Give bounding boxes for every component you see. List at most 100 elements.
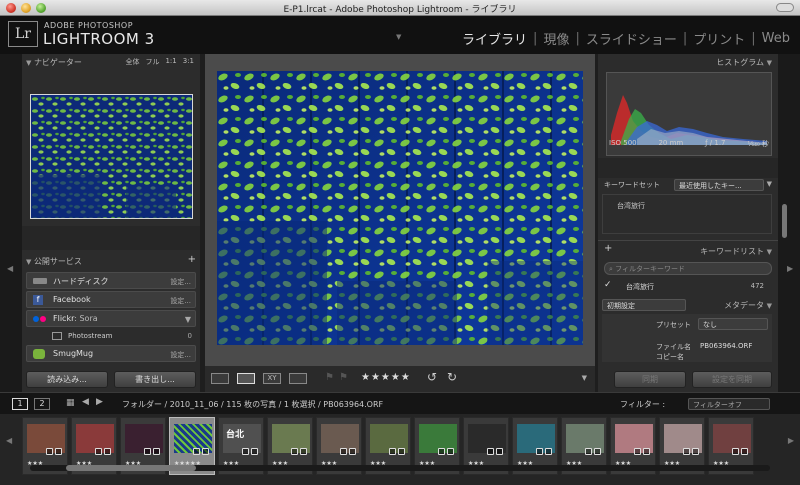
triangle-left-icon[interactable]: ◀ <box>7 264 13 273</box>
toolbar-menu-icon[interactable]: ▼ <box>582 374 587 382</box>
service-smugmug[interactable]: SmugMug 設定... <box>26 345 196 362</box>
flickr-collapse-icon[interactable]: ▼ <box>185 315 191 324</box>
publish-services-header[interactable]: ▼ 公開サービス <box>26 256 82 268</box>
loupe-view-icon[interactable] <box>237 373 255 384</box>
develop-badge-icon[interactable] <box>55 448 62 455</box>
metadata-badge-icon[interactable] <box>340 448 347 455</box>
filmstrip-scroll-left-icon[interactable]: ◀ <box>6 436 12 445</box>
top-panel-toggle-icon[interactable]: ▼ <box>396 33 401 41</box>
metadata-badge-icon[interactable] <box>291 448 298 455</box>
metadata-badge-icon[interactable] <box>46 448 53 455</box>
star-rating[interactable]: ★★★★★ <box>361 372 411 383</box>
metadata-header[interactable]: メタデータ ▼ <box>724 300 772 312</box>
keyword-set-select[interactable]: 最近使用したキー... <box>674 179 764 191</box>
keyword-filter-input[interactable]: ⌕ フィルターキーワード <box>604 262 772 275</box>
keyword-set-collapse-icon[interactable]: ▼ <box>767 180 772 188</box>
smugmug-settings-link[interactable]: 設定... <box>170 350 191 360</box>
add-service-icon[interactable]: + <box>188 254 196 265</box>
develop-badge-icon[interactable] <box>643 448 650 455</box>
service-facebook[interactable]: f Facebook 設定... <box>26 291 196 308</box>
left-panel-toggle[interactable]: ◀ <box>0 54 22 392</box>
rotate-left-icon[interactable]: ↺ <box>427 370 437 384</box>
filmstrip-scroll-right-icon[interactable]: ▶ <box>788 436 794 445</box>
navigator-preview[interactable] <box>30 94 193 219</box>
metadata-badge-icon[interactable] <box>634 448 641 455</box>
histogram-header[interactable]: ヒストグラム ▼ <box>716 57 772 69</box>
sync-settings-button[interactable]: 設定を同期 <box>692 371 772 388</box>
collapse-triangle-icon[interactable]: ▼ <box>26 258 31 266</box>
add-keyword-icon[interactable]: + <box>604 243 612 254</box>
collapse-triangle-icon[interactable]: ▼ <box>767 59 772 67</box>
zoom-fill[interactable]: フル <box>145 57 159 67</box>
service-flickr[interactable]: Flickr: Sora ▼ <box>26 310 196 327</box>
develop-badge-icon[interactable] <box>545 448 552 455</box>
develop-badge-icon[interactable] <box>496 448 503 455</box>
compare-view-icon[interactable]: XY <box>263 373 281 384</box>
import-button[interactable]: 読み込み... <box>26 371 108 388</box>
develop-badge-icon[interactable] <box>594 448 601 455</box>
forward-arrow-icon[interactable]: ▶ <box>96 397 103 407</box>
metadata-badge-icon[interactable] <box>95 448 102 455</box>
collapse-triangle-icon[interactable]: ▼ <box>767 302 772 310</box>
develop-badge-icon[interactable] <box>398 448 405 455</box>
metadata-badge-icon[interactable] <box>144 448 151 455</box>
develop-badge-icon[interactable] <box>447 448 454 455</box>
facebook-settings-link[interactable]: 設定... <box>170 296 191 306</box>
metadata-badge-icon[interactable] <box>242 448 249 455</box>
loupe-view[interactable] <box>205 54 595 366</box>
collapse-triangle-icon[interactable]: ▼ <box>767 248 772 256</box>
develop-badge-icon[interactable] <box>741 448 748 455</box>
filter-select[interactable]: フィルターオフ <box>688 398 770 410</box>
screen-1-button[interactable]: 1 <box>12 398 28 410</box>
metadata-badge-icon[interactable] <box>585 448 592 455</box>
metadata-badge-icon[interactable] <box>487 448 494 455</box>
metadata-preset-select[interactable]: 初期設定 <box>602 299 686 311</box>
filmstrip-scrollbar-thumb[interactable] <box>66 465 196 471</box>
back-arrow-icon[interactable]: ◀ <box>82 397 89 407</box>
develop-badge-icon[interactable] <box>251 448 258 455</box>
module-library[interactable]: ライブラリ <box>462 29 527 48</box>
module-slideshow[interactable]: スライドショー <box>586 29 677 48</box>
develop-badge-icon[interactable] <box>153 448 160 455</box>
develop-badge-icon[interactable] <box>349 448 356 455</box>
right-panel-scrollbar[interactable] <box>782 204 787 238</box>
develop-badge-icon[interactable] <box>104 448 111 455</box>
survey-view-icon[interactable] <box>289 373 307 384</box>
collapse-triangle-icon[interactable]: ▼ <box>26 59 31 67</box>
grid-mode-icon[interactable]: ▦ <box>66 398 75 408</box>
keyword-chip[interactable]: 台湾旅行 <box>617 201 645 211</box>
develop-badge-icon[interactable] <box>202 448 209 455</box>
sync-button[interactable]: 同期 <box>614 371 686 388</box>
navigator-header[interactable]: ▼ ナビゲーター <box>26 57 82 69</box>
flickr-photostream[interactable]: Photostream 0 <box>46 330 196 344</box>
screen-2-button[interactable]: 2 <box>34 398 50 410</box>
filmstrip-source-path[interactable]: フォルダー / 2010_11_06 / 115 枚の写真 / 1 枚選択 / … <box>122 399 383 410</box>
zoom-3-1[interactable]: 3:1 <box>183 57 194 67</box>
metadata-badge-icon[interactable] <box>193 448 200 455</box>
metadata-badge-icon[interactable] <box>438 448 445 455</box>
keyword-list-item[interactable]: ✓ 台湾旅行 472 <box>602 280 772 293</box>
metadata-preset-field[interactable]: なし <box>698 318 768 330</box>
grid-view-icon[interactable] <box>211 373 229 384</box>
module-develop[interactable]: 現像 <box>543 29 569 48</box>
zoom-fit[interactable]: 全体 <box>125 57 139 67</box>
zoom-1-1[interactable]: 1:1 <box>165 57 176 67</box>
develop-badge-icon[interactable] <box>300 448 307 455</box>
module-web[interactable]: Web <box>762 31 790 46</box>
keyword-list-header[interactable]: キーワードリスト ▼ <box>700 246 772 258</box>
module-print[interactable]: プリント <box>693 29 745 48</box>
metadata-badge-icon[interactable] <box>536 448 543 455</box>
metadata-badge-icon[interactable] <box>732 448 739 455</box>
rotate-right-icon[interactable]: ↻ <box>447 370 457 384</box>
develop-badge-icon[interactable] <box>692 448 699 455</box>
metadata-badge-icon[interactable] <box>389 448 396 455</box>
harddisk-settings-link[interactable]: 設定... <box>170 277 191 287</box>
export-button[interactable]: 書き出し... <box>114 371 196 388</box>
filename-value[interactable]: PB063964.ORF <box>700 342 752 350</box>
reject-flag-icon[interactable]: ⚑ <box>339 372 348 383</box>
metadata-badge-icon[interactable] <box>683 448 690 455</box>
right-panel-toggle[interactable]: ▶ <box>778 54 800 392</box>
toolbar-toggle-button[interactable] <box>776 3 794 12</box>
flag-icon[interactable]: ⚑ <box>325 372 334 383</box>
triangle-right-icon[interactable]: ▶ <box>787 264 793 273</box>
